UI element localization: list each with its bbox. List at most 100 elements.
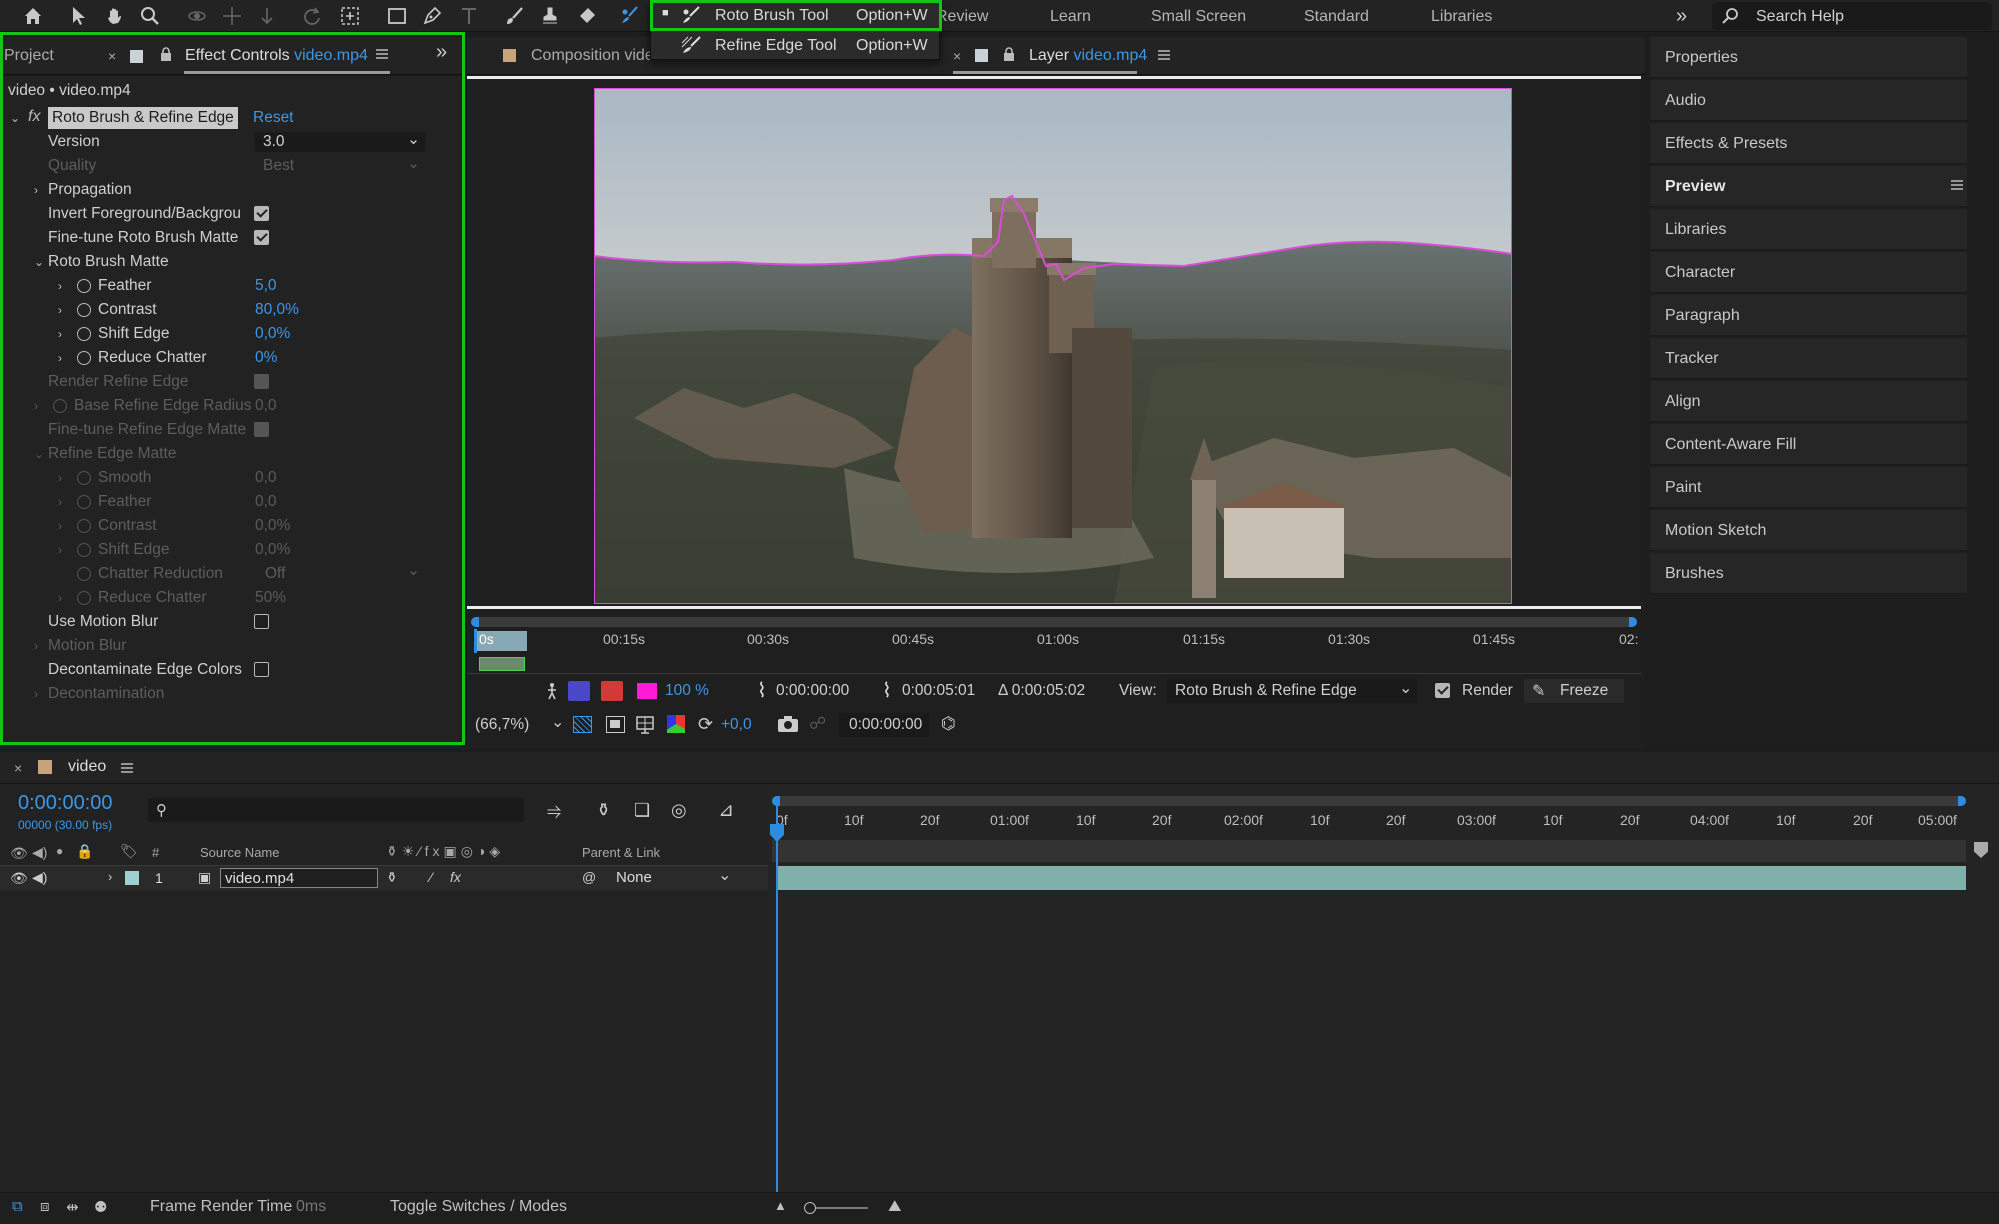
pan-camera-icon[interactable] [220,4,244,28]
out-point-icon[interactable]: ⌇ [882,678,892,703]
shy-layers-icon[interactable]: ❏ [634,800,650,821]
overlay-opacity-value[interactable]: 100 % [665,682,709,700]
frame-blending-icon[interactable]: ◎ [671,800,687,821]
panel-libraries[interactable]: Libraries [1650,209,1967,250]
out-point-time[interactable]: 0:00:05:01 [902,682,975,700]
chevron-down-icon[interactable]: ⌄ [34,442,44,466]
chatter-reduction-dropdown[interactable]: Off ⌄ [255,562,425,586]
close-icon[interactable]: × [108,48,116,64]
in-point-time[interactable]: 0:00:00:00 [776,682,849,700]
exposure-value[interactable]: +0,0 [721,716,752,734]
chevron-right-icon[interactable]: › [58,538,62,562]
shift-edge-value[interactable]: 0,0% [255,322,290,346]
chevron-right-icon[interactable]: › [34,682,38,706]
video-frame[interactable] [594,88,1512,604]
workspace-review[interactable]: Review [936,0,988,32]
panel-effects-presets[interactable]: Effects & Presets [1650,123,1967,164]
layer-time-ruler[interactable]: 0s 00:15s 00:30s 00:45s 01:00s 01:15s 01… [467,629,1641,653]
zoom-tool-icon[interactable] [138,4,162,28]
chevron-right-icon[interactable]: › [58,586,62,610]
workspace-overflow-button[interactable]: » [1676,0,1687,32]
navigator-start-handle[interactable] [772,796,780,806]
color-management-icon[interactable]: ⟳ [698,714,713,735]
stopwatch-icon[interactable] [77,279,91,293]
tab-effect-controls[interactable]: Effect Controls video.mp4 [185,37,368,75]
property-motion-blur[interactable]: › Motion Blur [0,634,435,658]
reduce-chatter-value[interactable]: 0% [255,346,277,370]
chevron-right-icon[interactable]: › [34,634,38,658]
chevron-right-icon[interactable]: › [34,394,38,418]
panel-align[interactable]: Align [1650,381,1967,422]
navigator-start-handle[interactable] [471,617,479,627]
tab-layer[interactable]: Layer video.mp4 [1029,37,1147,75]
parent-dropdown[interactable]: None ⌄ [608,867,736,888]
workspace-libraries[interactable]: Libraries [1431,0,1492,32]
propagation-span-bar[interactable] [479,657,525,671]
snapshot-camera-icon[interactable] [777,715,799,733]
solo-icon[interactable]: ● [56,844,63,858]
zoom-slider-thumb[interactable] [804,1202,816,1214]
walk-person-icon[interactable] [545,682,559,700]
channel-rgb-icon[interactable] [667,715,685,733]
transfer-controls-icon[interactable]: ⧈ [40,1198,50,1215]
render-refine-checkbox[interactable] [254,374,269,389]
composition-mini-flowchart-icon[interactable]: ⥤ [547,800,561,821]
chevron-down-icon[interactable]: ⌄ [34,250,44,274]
current-time-field[interactable]: 0:00:00:00 [839,713,929,737]
lock-icon[interactable] [160,47,172,62]
transparency-grid-icon[interactable] [573,716,592,733]
panel-menu-icon[interactable] [375,48,389,60]
magnification-dropdown[interactable]: (66,7%) ⌄ [473,713,564,737]
current-time-indicator[interactable] [474,629,477,653]
selection-tool-icon[interactable] [67,4,91,28]
panel-paint[interactable]: Paint [1650,467,1967,508]
zoom-in-mountain-icon[interactable]: ⛰ [888,1198,901,1216]
panel-brushes[interactable]: Brushes [1650,553,1967,594]
panel-properties[interactable]: Properties [1650,37,1967,78]
feather-value[interactable]: 5,0 [255,274,277,298]
show-snapshot-icon[interactable]: ☍ [809,714,826,734]
panel-preview[interactable]: Preview [1650,166,1967,207]
panel-content-aware-fill[interactable]: Content-Aware Fill [1650,424,1967,465]
stopwatch-icon[interactable] [77,351,91,365]
render-time-icon[interactable]: ⚉ [94,1198,107,1216]
effect-header-row[interactable]: ⌄ fx Roto Brush & Refine Edge Reset [0,106,435,130]
workspace-small-screen[interactable]: Small Screen [1151,0,1246,32]
panel-menu-icon[interactable] [1950,179,1964,191]
effect-reset-link[interactable]: Reset [253,106,294,130]
layer-switches-icon[interactable]: ⧉ [12,1198,23,1215]
timeline-search-input[interactable]: ⚲ [148,798,524,822]
layer-time-navigator[interactable] [471,617,1637,627]
fx-icon[interactable]: fx [28,108,40,126]
grid-guides-icon[interactable] [635,714,655,734]
chevron-right-icon[interactable]: › [58,490,62,514]
decontaminate-checkbox[interactable] [254,662,269,677]
tab-project[interactable]: Project [4,37,54,75]
timeline-layer-row[interactable]: 👁 ◀) › 1 ▣ video.mp4 ⚱ ⁄ fx @ None ⌄ [0,866,770,890]
home-icon[interactable] [21,4,45,28]
region-of-interest-icon[interactable] [606,716,625,733]
chevron-down-icon[interactable]: ⌄ [10,111,20,125]
graph-editor-icon[interactable]: ⊿ [718,799,734,822]
panel-paragraph[interactable]: Paragraph [1650,295,1967,336]
roto-brush-tool-icon[interactable] [618,4,642,28]
lock-icon[interactable]: 🔒 [76,843,93,860]
panel-menu-icon[interactable] [1157,49,1171,61]
contrast-value[interactable]: 80,0% [255,298,299,322]
timeline-current-time[interactable]: 0:00:00:00 [18,792,113,815]
pick-whip-icon[interactable]: @ [582,869,596,885]
lock-icon[interactable] [1003,47,1015,62]
stopwatch-icon[interactable] [77,303,91,317]
brush-tool-icon[interactable] [502,4,526,28]
in-out-duration-icon[interactable]: ⇹ [66,1198,79,1216]
chevron-right-icon[interactable]: › [108,869,112,884]
audio-speaker-icon[interactable]: ◀) [32,869,47,886]
fine-tune-refine-checkbox[interactable] [254,422,269,437]
hand-tool-icon[interactable] [103,4,127,28]
property-propagation[interactable]: › Propagation [0,178,435,202]
workspace-learn[interactable]: Learn [1050,0,1091,32]
visibility-eye-icon[interactable]: 👁 [10,845,28,862]
toggle-switches-modes[interactable]: Toggle Switches / Modes [390,1198,567,1216]
column-parent-link[interactable]: Parent & Link [582,845,660,860]
in-point-icon[interactable]: ⌇ [757,678,767,703]
